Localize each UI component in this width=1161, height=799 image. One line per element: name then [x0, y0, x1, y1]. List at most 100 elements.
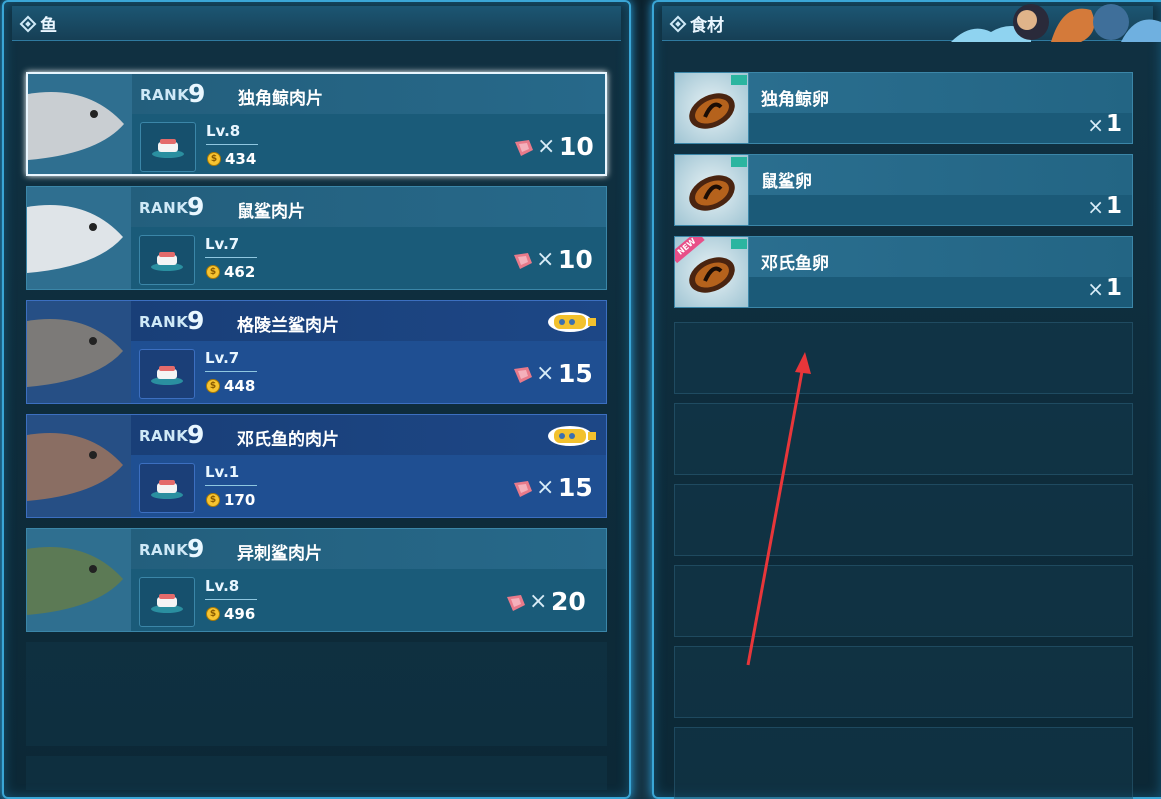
ingredient-thumbnail — [675, 73, 749, 143]
rank-number: 9 — [188, 79, 206, 108]
empty-ingredient-slot — [674, 646, 1133, 718]
ingredient-quantity: 1 — [1105, 193, 1122, 219]
ingredient-tag-icon — [731, 157, 747, 167]
rank-number: 9 — [187, 306, 205, 335]
ingredient-tag-icon — [731, 239, 747, 249]
level-divider — [205, 485, 257, 486]
empty-ingredient-slot — [674, 565, 1133, 637]
diamond-icon — [669, 15, 687, 33]
rank-label: RANK — [139, 199, 189, 217]
fish-thumbnail — [27, 529, 131, 631]
sushi-plate-card — [139, 349, 195, 399]
rank-label: RANK — [139, 541, 189, 559]
fish-level: Lv.7 — [205, 235, 240, 253]
sushi-plate-icon — [151, 480, 183, 499]
fish-panel-header: 鱼 — [12, 6, 621, 41]
fish-quantity: 10 — [558, 245, 593, 274]
ingredient-thumbnail — [675, 155, 749, 225]
ingredient-thumbnail: NEW — [675, 237, 749, 307]
diamond-icon — [19, 15, 37, 33]
ingredient-name: 邓氏鱼卵 — [761, 254, 829, 274]
empty-ingredient-slot — [674, 322, 1133, 394]
rank-label: RANK — [139, 427, 189, 445]
fish-quantity: 15 — [558, 359, 593, 388]
fish-card[interactable]: RANK 9 独角鲸肉片 Lv.8 $ 434 × 10 — [26, 72, 607, 176]
quantity-multiplier: × — [537, 134, 556, 159]
sushi-plate-icon — [151, 252, 183, 271]
sushi-plate-icon — [151, 594, 183, 613]
fish-level: Lv.7 — [205, 349, 240, 367]
empty-fish-slot — [26, 756, 607, 790]
fish-name: 独角鲸肉片 — [238, 89, 323, 109]
ingredient-quantity: 1 — [1105, 111, 1122, 137]
fish-price: 434 — [225, 150, 257, 168]
quantity-multiplier: × — [1087, 113, 1104, 137]
fish-thumbnail — [27, 301, 131, 403]
fish-level: Lv.8 — [206, 122, 241, 140]
ingredient-card[interactable]: 独角鲸卵 × 1 — [674, 72, 1133, 144]
level-divider — [205, 371, 257, 372]
quantity-multiplier: × — [536, 475, 555, 500]
meat-slice-icon — [514, 253, 532, 269]
rank-number: 9 — [187, 192, 205, 221]
fish-thumbnail — [27, 415, 131, 517]
fish-card[interactable]: RANK 9 邓氏鱼的肉片 Lv.1 $ 170 × 15 — [26, 414, 607, 518]
empty-fish-slot — [26, 642, 607, 746]
coin-icon: $ — [206, 493, 220, 507]
sushi-plate-icon — [151, 366, 183, 385]
ingredient-panel-title: 食材 — [690, 15, 724, 36]
fish-name: 邓氏鱼的肉片 — [237, 430, 339, 450]
quantity-multiplier: × — [536, 247, 555, 272]
coin-icon: $ — [206, 379, 220, 393]
fish-price: 462 — [224, 263, 256, 281]
rank-number: 9 — [187, 420, 205, 449]
rank-number: 9 — [187, 534, 205, 563]
submarine-icon — [548, 426, 596, 446]
sushi-plate-icon — [152, 139, 184, 158]
fish-thumbnail — [27, 187, 131, 289]
character-portraits-icon — [951, 4, 1161, 42]
submarine-icon — [548, 312, 596, 332]
fish-name: 鼠鲨肉片 — [237, 202, 305, 222]
meat-slice-icon — [514, 481, 532, 497]
fish-card[interactable]: RANK 9 格陵兰鲨肉片 Lv.7 $ 448 × 15 — [26, 300, 607, 404]
rank-label: RANK — [139, 313, 189, 331]
fish-quantity: 15 — [558, 473, 593, 502]
fish-price: 496 — [224, 605, 256, 623]
empty-ingredient-slot — [674, 403, 1133, 475]
fish-name: 异刺鲨肉片 — [237, 544, 322, 564]
coin-icon: $ — [206, 265, 220, 279]
coin-icon: $ — [207, 152, 221, 166]
fish-quantity: 20 — [551, 587, 586, 616]
meat-slice-icon — [507, 595, 525, 611]
ingredient-tag-icon — [731, 75, 747, 85]
quantity-multiplier: × — [529, 589, 548, 614]
fish-quantity: 10 — [559, 132, 594, 161]
empty-ingredient-slot — [674, 727, 1133, 799]
meat-slice-icon — [514, 367, 532, 383]
ingredient-quantity: 1 — [1105, 275, 1122, 301]
sushi-plate-card — [139, 235, 195, 285]
fish-level: Lv.1 — [205, 463, 240, 481]
ingredient-name: 独角鲸卵 — [761, 90, 829, 110]
sushi-plate-card — [139, 577, 195, 627]
level-divider — [206, 144, 258, 145]
meat-slice-icon — [515, 140, 533, 156]
coin-icon: $ — [206, 607, 220, 621]
ingredient-card[interactable]: NEW 邓氏鱼卵 × 1 — [674, 236, 1133, 308]
sushi-plate-card — [140, 122, 196, 172]
ingredient-name: 鼠鲨卵 — [761, 172, 812, 192]
ingredient-card[interactable]: 鼠鲨卵 × 1 — [674, 154, 1133, 226]
fish-panel-title: 鱼 — [40, 15, 57, 36]
level-divider — [205, 599, 257, 600]
empty-ingredient-slot — [674, 484, 1133, 556]
rank-label: RANK — [140, 86, 190, 104]
fish-name: 格陵兰鲨肉片 — [237, 316, 339, 336]
fish-price: 448 — [224, 377, 256, 395]
level-divider — [205, 257, 257, 258]
fish-card[interactable]: RANK 9 异刺鲨肉片 Lv.8 $ 496 × 20 — [26, 528, 607, 632]
quantity-multiplier: × — [536, 361, 555, 386]
fish-level: Lv.8 — [205, 577, 240, 595]
fish-card[interactable]: RANK 9 鼠鲨肉片 Lv.7 $ 462 × 10 — [26, 186, 607, 290]
sushi-plate-card — [139, 463, 195, 513]
